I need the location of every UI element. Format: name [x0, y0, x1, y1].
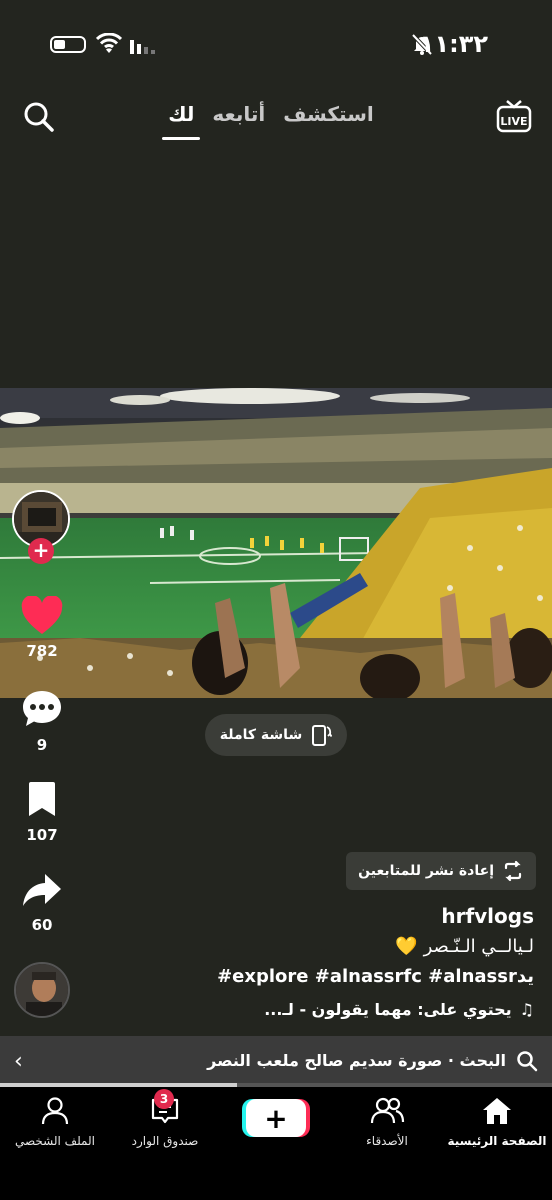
related-search-text: البحث · صورة سديم صالح ملعب النصر — [207, 1051, 506, 1070]
comment-action: 9 — [0, 688, 84, 754]
music-note-icon: ♫ — [519, 1000, 534, 1019]
fullscreen-button[interactable]: شاشة كاملة — [205, 714, 347, 756]
share-icon[interactable] — [21, 870, 63, 910]
like-count: 782 — [26, 642, 58, 660]
friends-icon — [370, 1097, 405, 1124]
tab-following[interactable]: أتابعه — [212, 102, 265, 126]
inbox-badge: 3 — [154, 1089, 174, 1109]
nav-inbox-label: صندوق الوارد — [131, 1134, 199, 1148]
status-bar: ١١:٣٢ — [0, 0, 552, 90]
search-icon — [517, 1051, 538, 1072]
repost-icon — [504, 860, 522, 882]
feed-tabs: استكشف أتابعه لك — [160, 102, 382, 140]
chevron-left-icon: ‹ — [14, 1049, 23, 1074]
fullscreen-label: شاشة كاملة — [219, 727, 303, 743]
sound-avatar-image — [16, 964, 68, 1016]
post-caption: لـيالــي الـنّـصر 💛 — [395, 936, 534, 957]
nav-profile-label: الملف الشخصي — [15, 1134, 95, 1148]
bottom-nav: الصفحة الرئيسية الأصدقاء + 3 صندوق الوار… — [0, 1087, 552, 1200]
live-icon[interactable]: LIVE — [496, 98, 532, 134]
save-action: 107 — [0, 780, 84, 844]
bookmark-icon[interactable] — [24, 780, 60, 820]
rotate-phone-icon — [312, 725, 333, 746]
repost-label: إعادة نشر للمتابعين — [358, 863, 494, 879]
save-count: 107 — [26, 826, 58, 844]
search-icon[interactable] — [22, 100, 56, 134]
clock: ١١:٣٢ — [419, 30, 488, 58]
nav-home[interactable]: الصفحة الرئيسية — [442, 1095, 552, 1148]
nav-inbox[interactable]: 3 صندوق الوارد — [110, 1089, 220, 1148]
follow-button[interactable]: + — [28, 538, 54, 564]
tab-for-you[interactable]: لك — [162, 102, 201, 140]
profile-icon — [41, 1097, 69, 1125]
sound-info[interactable]: ♫ يحتوي على: مهما يقولون - لـ... — [264, 1000, 534, 1019]
svg-text:LIVE: LIVE — [500, 115, 527, 128]
post-username[interactable]: hrfvlogs — [441, 904, 534, 928]
share-action: 60 — [0, 870, 84, 934]
sound-text: يحتوي على: مهما يقولون - لـ... — [264, 1000, 512, 1019]
nav-friends[interactable]: الأصدقاء — [332, 1095, 442, 1148]
caption-text: لـيالــي الـنّـصر — [423, 936, 534, 957]
repost-chip[interactable]: إعادة نشر للمتابعين — [346, 852, 536, 890]
nav-profile[interactable]: الملف الشخصي — [0, 1095, 110, 1148]
plus-icon: + — [264, 1101, 288, 1135]
post-hashtags[interactable]: #explore #alnassrfc #alnassrيد — [217, 966, 534, 987]
battery-icon — [50, 36, 86, 53]
yellow-heart-emoji: 💛 — [395, 936, 418, 957]
comment-count: 9 — [36, 736, 48, 754]
signal-icon — [130, 40, 155, 54]
home-icon — [483, 1098, 511, 1124]
sound-avatar[interactable] — [14, 962, 70, 1018]
create-button[interactable]: + — [246, 1099, 306, 1137]
nav-friends-label: الأصدقاء — [366, 1134, 408, 1148]
top-nav: استكشف أتابعه لك LIVE — [0, 90, 552, 150]
comment-icon[interactable] — [20, 688, 64, 730]
related-search-bar[interactable]: البحث · صورة سديم صالح ملعب النصر ‹ — [0, 1036, 552, 1086]
like-action: 782 — [0, 595, 84, 660]
tab-explore[interactable]: استكشف — [283, 102, 374, 126]
heart-icon[interactable] — [20, 595, 64, 636]
nav-home-label: الصفحة الرئيسية — [447, 1134, 547, 1148]
wifi-icon — [96, 33, 122, 53]
share-count: 60 — [31, 916, 53, 934]
